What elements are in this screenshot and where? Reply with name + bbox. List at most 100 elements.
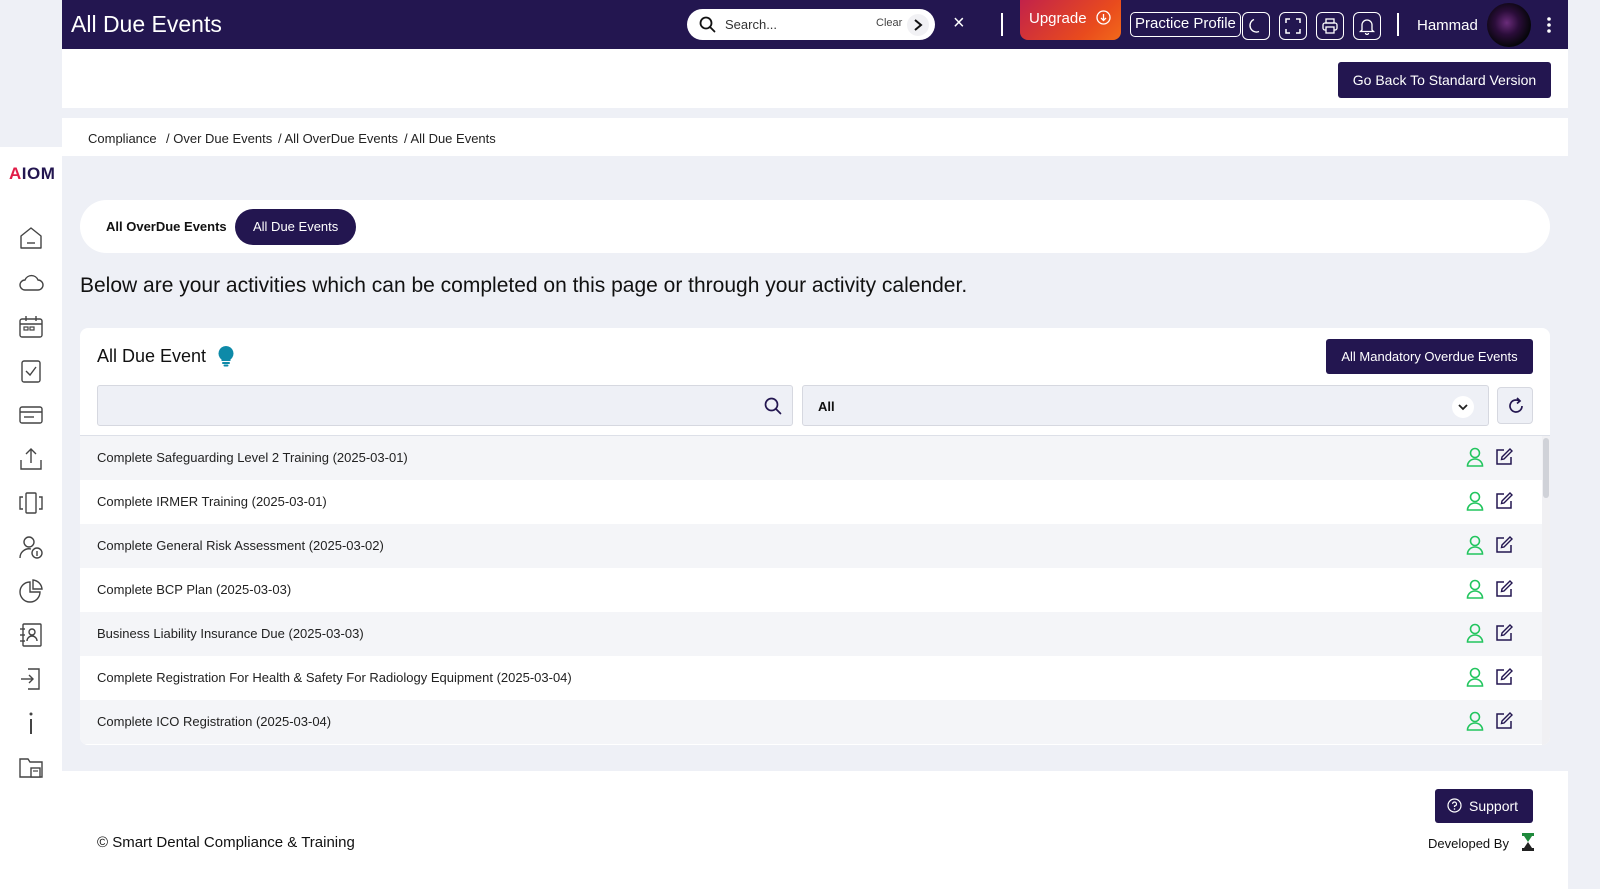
assign-user-icon[interactable] <box>1466 667 1484 687</box>
calendar-icon[interactable] <box>18 314 44 340</box>
list-item: Complete General Risk Assessment (2025-0… <box>80 524 1542 568</box>
edit-icon[interactable] <box>1495 580 1513 598</box>
upload-icon[interactable] <box>18 446 44 472</box>
refresh-button[interactable] <box>1497 387 1533 424</box>
scrollbar-thumb[interactable] <box>1543 438 1549 498</box>
tab-all-due-events[interactable]: All Due Events <box>235 209 357 245</box>
tabs-bar: All OverDue Events All Due Events <box>80 200 1550 253</box>
checklist-icon[interactable] <box>18 358 44 384</box>
search-placeholder[interactable]: Search... <box>725 17 777 32</box>
edit-icon[interactable] <box>1495 712 1513 730</box>
copyright: © Smart Dental Compliance & Training <box>97 834 355 851</box>
event-title: Complete ICO Registration (2025-03-04) <box>97 714 332 729</box>
intro-text: Below are your activities which can be c… <box>80 274 968 297</box>
list-item: Complete Safeguarding Level 2 Training (… <box>80 436 1542 480</box>
print-button[interactable] <box>1316 12 1344 40</box>
logo[interactable]: AIOM <box>9 164 55 184</box>
edit-icon[interactable] <box>1495 668 1513 686</box>
chevron-down-icon <box>1458 404 1468 411</box>
username[interactable]: Hammad <box>1417 17 1478 34</box>
event-title: Complete IRMER Training (2025-03-01) <box>97 494 327 509</box>
cloud-icon[interactable] <box>18 270 44 296</box>
sign-in-icon[interactable] <box>18 666 44 692</box>
breadcrumb: Compliance / Over Due Events / All OverD… <box>62 118 1568 156</box>
top-bar: All Due Events Search... Clear × Upgrade… <box>62 0 1568 49</box>
pie-chart-icon[interactable] <box>18 578 44 604</box>
divider <box>1397 13 1399 36</box>
developed-by: Developed By <box>1428 836 1509 851</box>
list-item: Complete Registration For Health & Safet… <box>80 656 1542 700</box>
global-search[interactable]: Search... Clear <box>687 9 935 40</box>
info-icon[interactable] <box>18 710 44 736</box>
divider <box>1001 13 1003 36</box>
folder-archive-icon[interactable] <box>18 754 44 780</box>
assign-user-icon[interactable] <box>1466 535 1484 555</box>
avatar[interactable] <box>1487 3 1531 47</box>
moon-icon <box>1249 18 1260 33</box>
edit-icon[interactable] <box>1495 536 1513 554</box>
chevron-right-icon <box>914 19 923 31</box>
assign-user-icon[interactable] <box>1466 579 1484 599</box>
upgrade-label: Upgrade <box>1029 10 1087 27</box>
scrollbar[interactable] <box>1542 436 1550 745</box>
event-title: Complete General Risk Assessment (2025-0… <box>97 538 384 553</box>
breadcrumb-over-due-events[interactable]: / Over Due Events <box>166 131 272 146</box>
breadcrumb-all-due-events: / All Due Events <box>404 131 496 146</box>
user-info-icon[interactable] <box>18 534 44 560</box>
lightbulb-icon[interactable] <box>217 345 235 367</box>
assign-user-icon[interactable] <box>1466 711 1484 731</box>
refresh-icon <box>1509 397 1523 413</box>
due-events-card: All Due Event All Mandatory Overdue Even… <box>80 328 1550 745</box>
assign-user-icon[interactable] <box>1466 447 1484 467</box>
practice-profile-button[interactable]: Practice Profile <box>1130 12 1241 37</box>
search-icon <box>699 16 716 33</box>
home-icon[interactable] <box>18 225 44 251</box>
notifications-button[interactable] <box>1353 12 1381 40</box>
sidebar: AIOM <box>0 147 62 889</box>
developer-logo[interactable] <box>1522 833 1534 851</box>
event-title: Complete Safeguarding Level 2 Training (… <box>97 450 408 465</box>
upgrade-button[interactable]: Upgrade <box>1020 0 1121 40</box>
go-back-standard-button[interactable]: Go Back To Standard Version <box>1338 62 1551 98</box>
list-item: Complete IRMER Training (2025-03-01) <box>80 480 1542 524</box>
carousel-icon[interactable] <box>18 490 44 516</box>
search-close-button[interactable]: × <box>953 13 965 33</box>
fullscreen-icon <box>1285 18 1301 34</box>
card-icon[interactable] <box>18 402 44 428</box>
more-vertical-icon[interactable] <box>1546 16 1552 34</box>
edit-icon[interactable] <box>1495 492 1513 510</box>
search-clear-button[interactable]: Clear <box>876 17 902 29</box>
fullscreen-button[interactable] <box>1279 12 1307 40</box>
search-submit-button[interactable] <box>907 14 929 36</box>
support-button[interactable]: Support <box>1435 789 1533 823</box>
list-item: Complete ICO Registration (2025-03-04) <box>80 700 1542 744</box>
list-item: Business Liability Insurance Due (2025-0… <box>80 612 1542 656</box>
filter-search-input[interactable] <box>97 385 793 426</box>
list-item: Complete BCP Plan (2025-03-03) <box>80 568 1542 612</box>
dark-mode-button[interactable] <box>1242 12 1270 40</box>
status-filter-value: All <box>818 399 835 414</box>
assign-user-icon[interactable] <box>1466 623 1484 643</box>
event-title: Complete Registration For Health & Safet… <box>97 670 572 685</box>
tab-all-overdue-events[interactable]: All OverDue Events <box>88 209 245 245</box>
help-circle-icon <box>1447 798 1462 813</box>
print-icon <box>1322 18 1338 34</box>
breadcrumb-compliance[interactable]: Compliance <box>88 131 157 146</box>
download-circle-icon <box>1096 10 1111 25</box>
sub-header: Go Back To Standard Version <box>62 49 1568 108</box>
edit-icon[interactable] <box>1495 448 1513 466</box>
page-title: All Due Events <box>71 11 222 37</box>
support-label: Support <box>1469 798 1519 814</box>
edit-icon[interactable] <box>1495 624 1513 642</box>
select-toggle[interactable] <box>1452 396 1474 418</box>
event-title: Business Liability Insurance Due (2025-0… <box>97 626 364 641</box>
assign-user-icon[interactable] <box>1466 491 1484 511</box>
contact-book-icon[interactable] <box>18 622 44 648</box>
breadcrumb-all-overdue-events[interactable]: / All OverDue Events <box>278 131 398 146</box>
events-list: Complete Safeguarding Level 2 Training (… <box>80 436 1542 744</box>
bell-icon <box>1358 19 1376 35</box>
all-mandatory-overdue-button[interactable]: All Mandatory Overdue Events <box>1326 339 1533 374</box>
event-title: Complete BCP Plan (2025-03-03) <box>97 582 292 597</box>
status-filter-select[interactable]: All <box>802 385 1489 426</box>
search-icon[interactable] <box>764 397 782 415</box>
